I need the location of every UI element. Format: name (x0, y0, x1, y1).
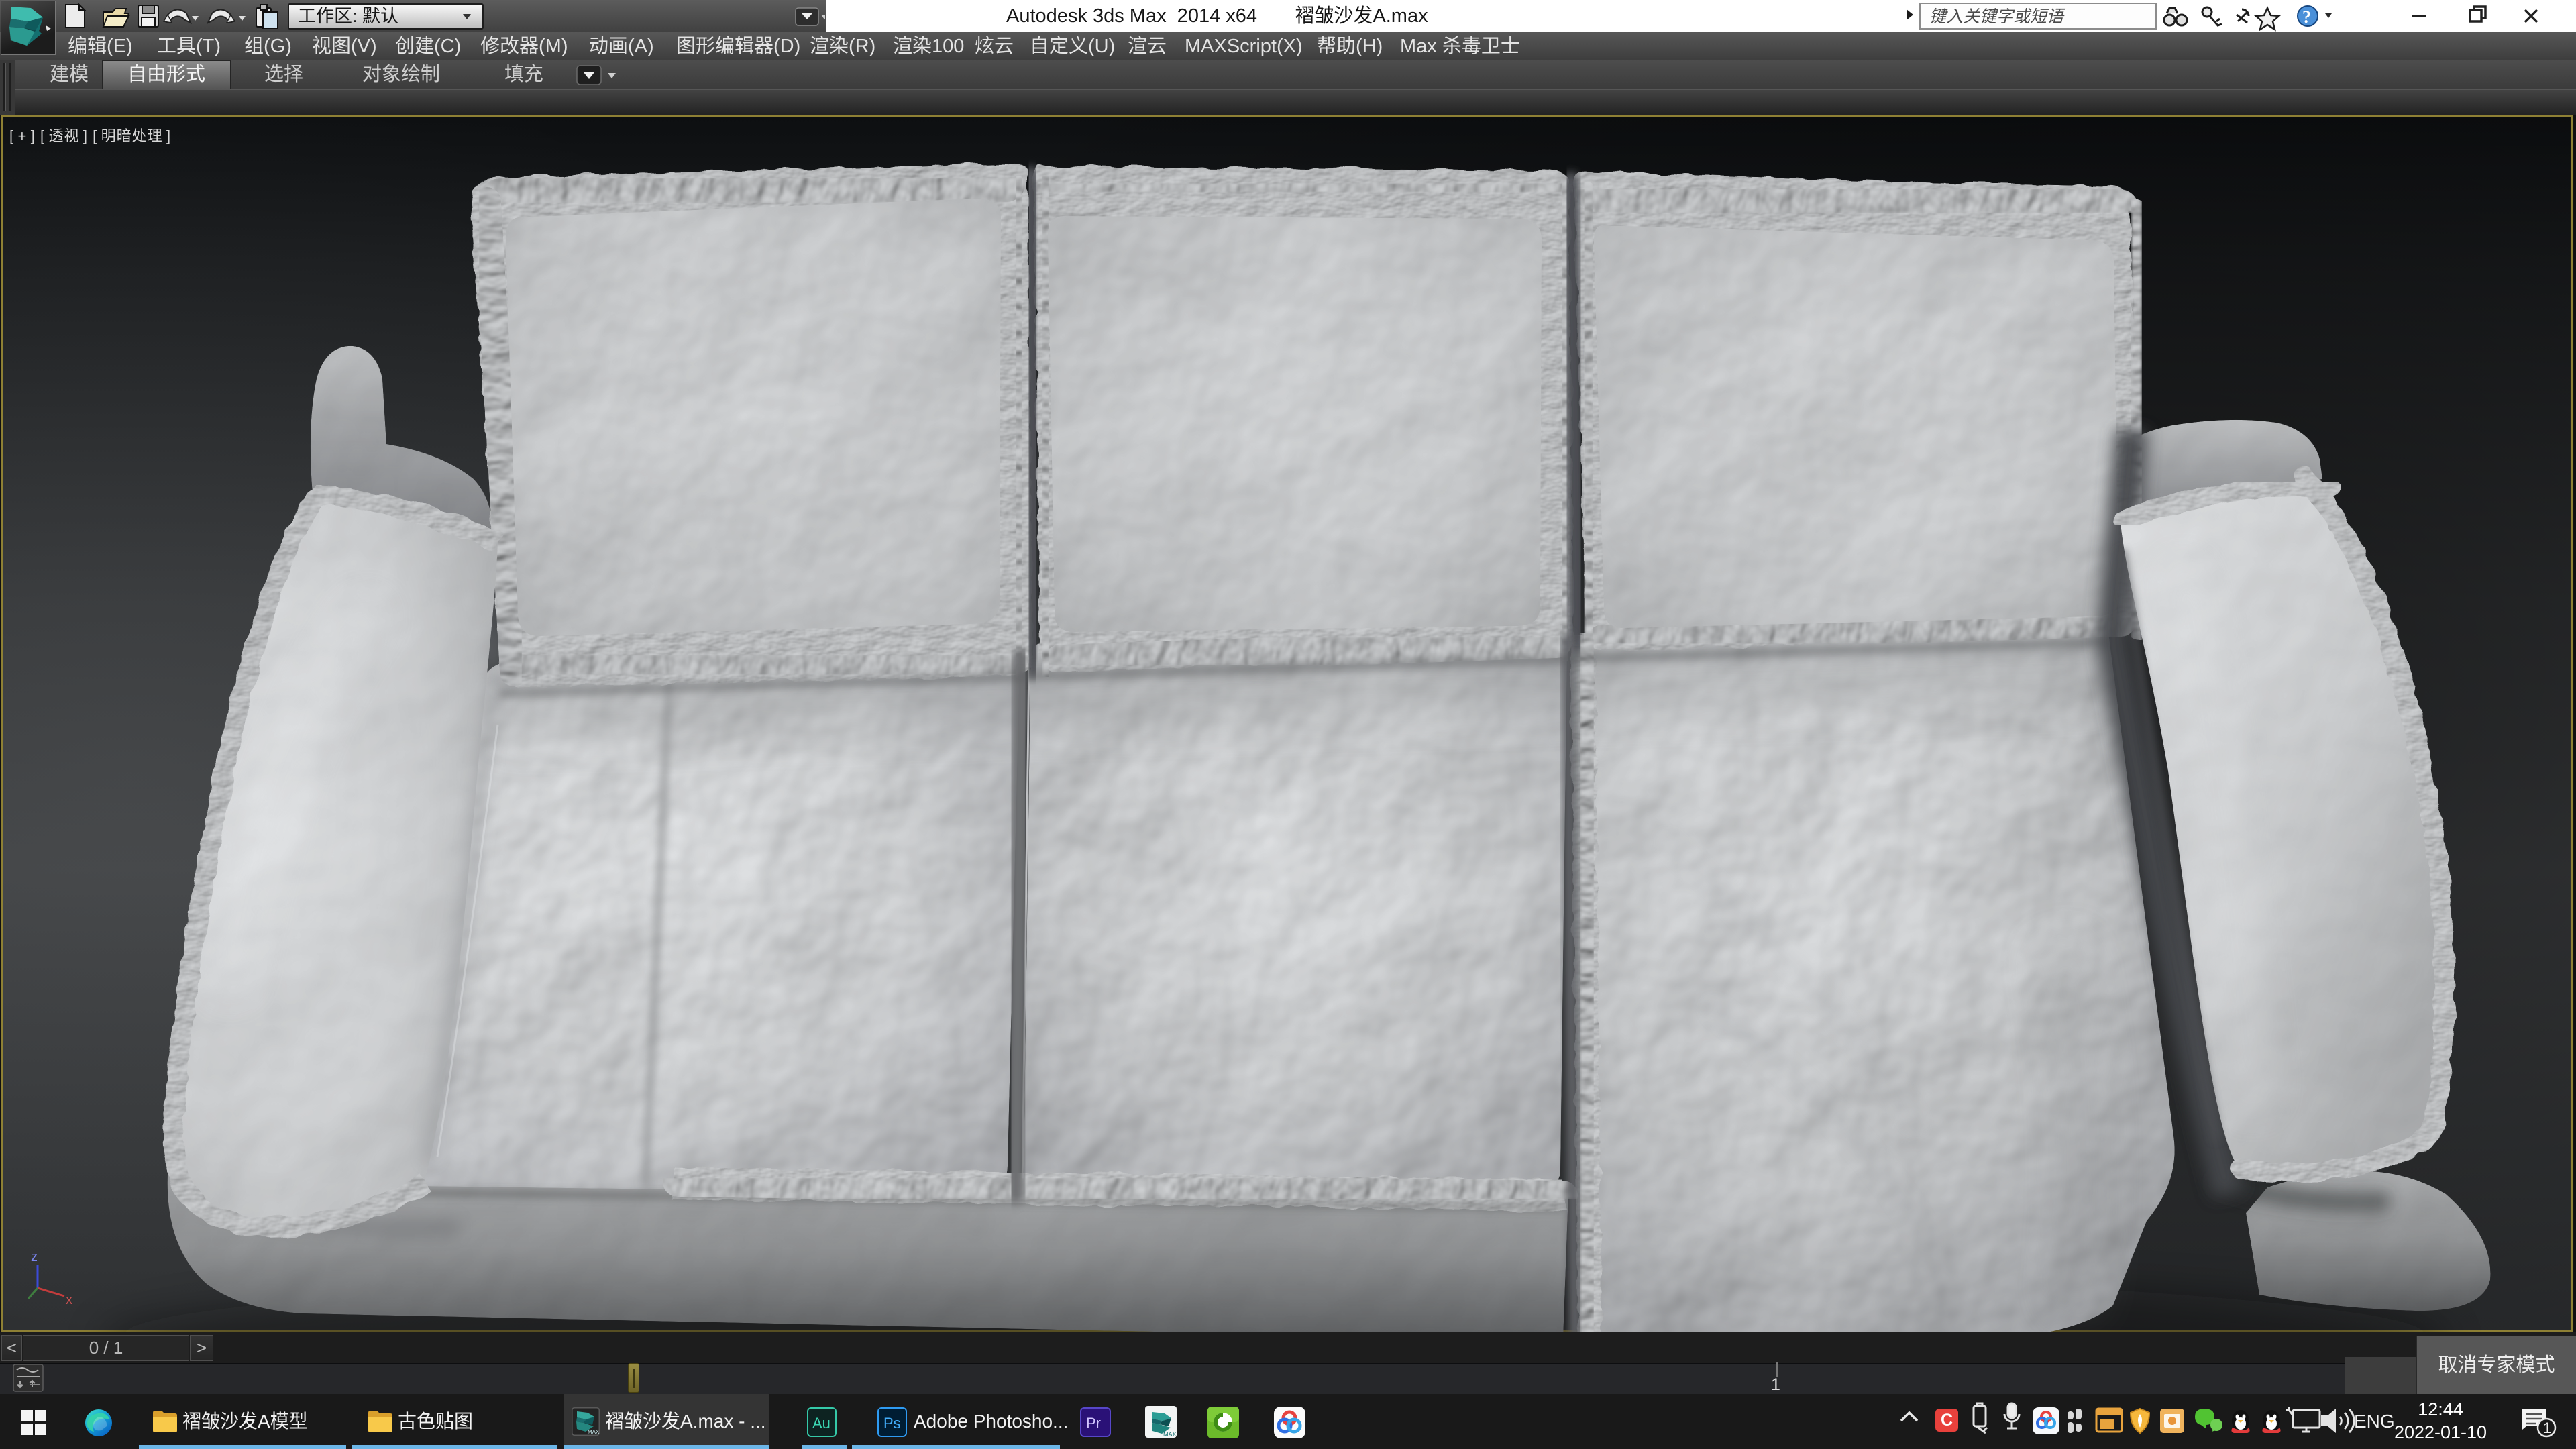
svg-text:ENG: ENG (2354, 1411, 2395, 1432)
svg-text:x: x (66, 1293, 72, 1307)
svg-text:C: C (1941, 1411, 1953, 1430)
svg-text:1: 1 (2543, 1419, 2551, 1436)
svg-text:工作区: 默认: 工作区: 默认 (298, 6, 398, 26)
svg-text:Pr: Pr (1086, 1415, 1101, 1432)
svg-text:MAX: MAX (1163, 1431, 1177, 1438)
svg-text:?: ? (2302, 7, 2311, 27)
svg-text:Ps: Ps (883, 1415, 901, 1432)
svg-text:Au: Au (812, 1415, 830, 1432)
svg-text:z: z (31, 1250, 38, 1265)
svg-text:MAX: MAX (588, 1429, 600, 1435)
